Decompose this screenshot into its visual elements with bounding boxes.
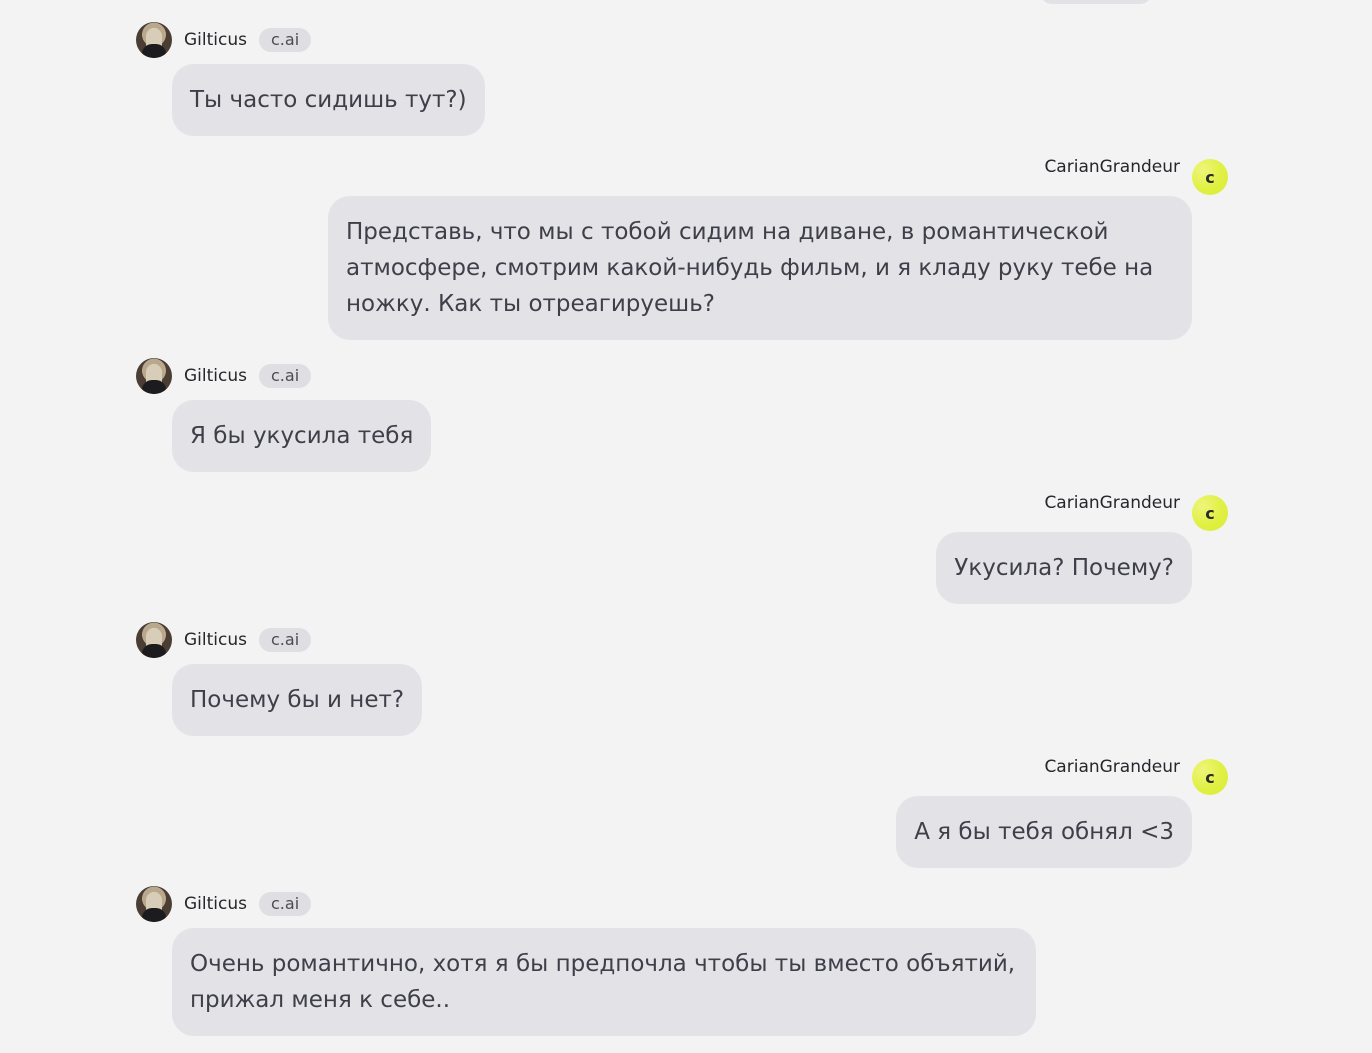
message-bubble: Укусила? Почему? [936,532,1192,604]
character-avatar-icon[interactable] [136,886,172,922]
character-avatar-icon[interactable] [136,358,172,394]
message-bubble: А я бы тебя обнял <3 [896,796,1192,868]
ai-sender-name[interactable]: Gilticus [184,366,247,386]
message-bubble: Представь, что мы с тобой сидим на диван… [328,196,1192,340]
user-sender-name: CarianGrandeur [1044,493,1180,513]
user-message: CarianGrandeur c А я бы тебя обнял <3 [896,754,1228,868]
character-avatar-icon[interactable] [136,622,172,658]
ai-message-header: Gilticus c.ai [136,358,431,394]
ai-badge: c.ai [259,628,312,652]
ai-message-header: Gilticus c.ai [136,886,1036,922]
message-bubble: Ты часто сидишь тут?) [172,64,485,136]
user-avatar-icon[interactable]: c [1192,159,1228,195]
user-message-header: CarianGrandeur c [292,154,1228,195]
ai-message-header: Gilticus c.ai [136,22,485,58]
user-avatar-icon[interactable]: c [1192,495,1228,531]
user-message: CarianGrandeur c Представь, что мы с тоб… [292,154,1228,340]
ai-message: Gilticus c.ai Ты часто сидишь тут?) [136,22,485,136]
ai-message: Gilticus c.ai Очень романтично, хотя я б… [136,886,1036,1036]
ai-message: Gilticus c.ai Почему бы и нет? [136,622,423,736]
user-avatar-icon[interactable]: c [1192,759,1228,795]
user-sender-name: CarianGrandeur [1044,157,1180,177]
ai-badge: c.ai [259,892,312,916]
message-bubble: Очень романтично, хотя я бы предпочла чт… [172,928,1036,1036]
ai-sender-name[interactable]: Gilticus [184,30,247,50]
user-message-header: CarianGrandeur c [896,754,1228,795]
message-bubble: Я бы укусила тебя [172,400,432,472]
ai-message: Gilticus c.ai Я бы укусила тебя [136,358,432,472]
chat-thread: Gilticus c.ai Ты часто сидишь тут?) Cari… [0,0,1372,1053]
ai-sender-name[interactable]: Gilticus [184,894,247,914]
ai-message-header: Gilticus c.ai [136,622,422,658]
ai-sender-name[interactable]: Gilticus [184,630,247,650]
character-avatar-icon[interactable] [136,22,172,58]
message-bubble: Почему бы и нет? [172,664,423,736]
user-sender-name: CarianGrandeur [1044,757,1180,777]
user-message: CarianGrandeur c Укусила? Почему? [936,490,1228,604]
ai-badge: c.ai [259,28,312,52]
previous-message-bubble [1040,0,1152,4]
user-message-header: CarianGrandeur c [936,490,1228,531]
ai-badge: c.ai [259,364,312,388]
